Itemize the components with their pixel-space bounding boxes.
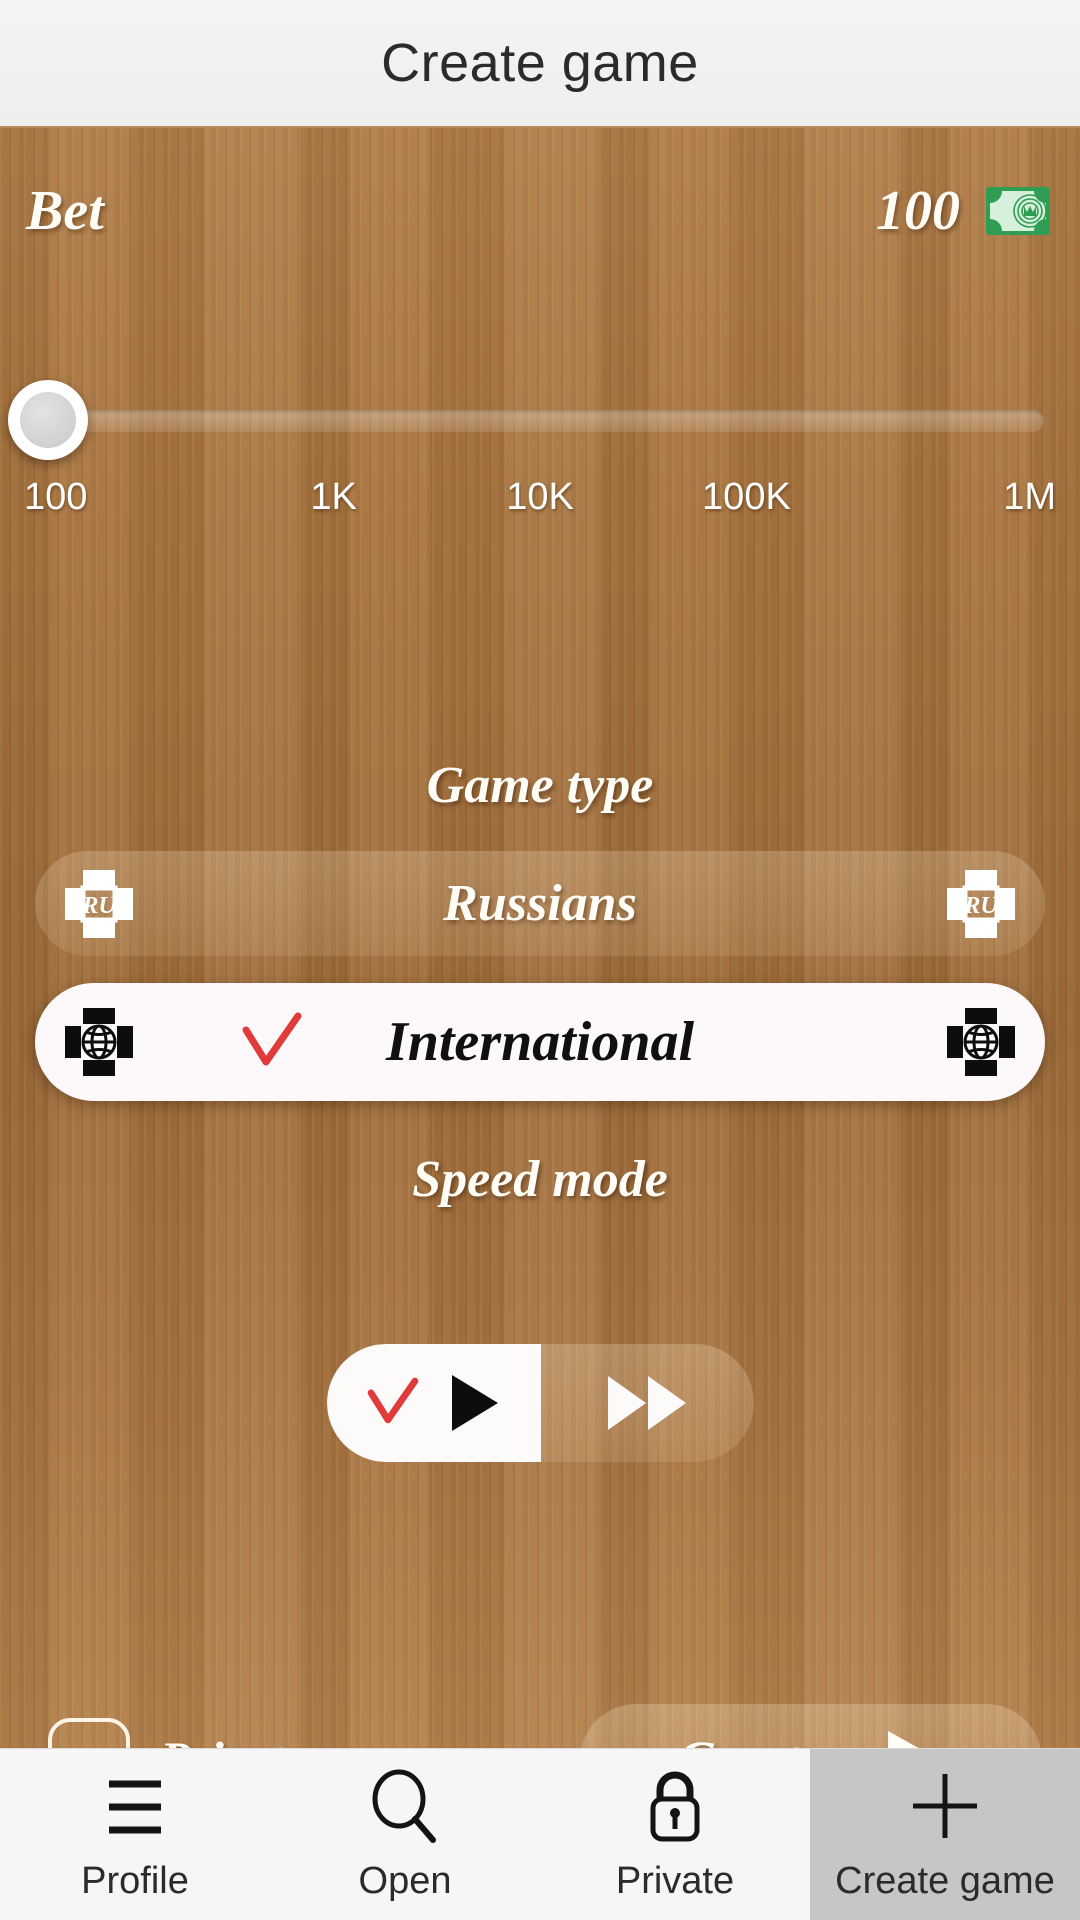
svg-text:RU: RU — [963, 893, 999, 919]
nav-label: Create game — [835, 1860, 1055, 1902]
private-game-label: Private game — [160, 1730, 431, 1748]
bet-value-group: 100 — [876, 175, 1054, 247]
red-check-icon — [367, 1377, 419, 1424]
game-type-title: Game type — [426, 757, 654, 814]
globe-board-icon — [947, 1008, 1015, 1076]
nav-item-profile[interactable]: Profile — [0, 1749, 270, 1920]
play-icon — [451, 1375, 498, 1431]
bet-row: Bet 100 — [0, 166, 1080, 256]
create-button[interactable]: Create — [580, 1704, 1042, 1748]
slider-tick: 100 — [24, 476, 88, 518]
hamburger-menu-icon — [109, 1780, 161, 1834]
option-label: Russians — [443, 875, 637, 932]
bet-slider[interactable]: 100 1K 10K 100K 1M — [0, 376, 1080, 518]
bottom-navigation-bar: Profile Open Private Create game — [0, 1748, 1080, 1920]
game-type-option-russians[interactable]: RU Russians RU — [35, 851, 1045, 956]
slider-track[interactable] — [34, 410, 1044, 432]
private-game-toggle[interactable]: Private game — [48, 1718, 431, 1748]
game-type-option-international[interactable]: International — [35, 983, 1045, 1101]
create-button-label: Create — [678, 1729, 825, 1748]
nav-label: Open — [358, 1860, 452, 1902]
svg-text:RU: RU — [81, 893, 117, 919]
lock-icon — [650, 1771, 700, 1842]
nav-label: Profile — [81, 1860, 189, 1902]
game-board-panel: Bet 100 100 1K 10K 100K 1M Game type RU … — [0, 128, 1080, 1748]
plus-icon — [913, 1774, 977, 1838]
option-label-wrap: International — [135, 1010, 945, 1074]
nav-item-create-game[interactable]: Create game — [810, 1749, 1080, 1920]
search-icon — [372, 1769, 436, 1843]
speed-mode-toggle[interactable] — [327, 1344, 754, 1462]
ru-board-icon: RU — [947, 869, 1015, 938]
bet-label: Bet — [26, 180, 104, 242]
slider-tick-labels: 100 1K 10K 100K 1M — [0, 476, 1080, 519]
slider-thumb[interactable] — [8, 380, 88, 460]
banknote-icon — [986, 187, 1050, 235]
nav-item-open[interactable]: Open — [270, 1749, 540, 1920]
slider-tick: 10K — [506, 476, 574, 518]
speed-mode-title: Speed mode — [412, 1151, 668, 1208]
slider-tick: 1K — [310, 476, 357, 518]
create-game-screen: Create game Bet 100 100 1K 10K 100K 1M G… — [0, 0, 1080, 1920]
slider-tick: 100K — [702, 476, 791, 518]
globe-board-icon — [65, 1008, 133, 1076]
red-check-icon — [242, 1012, 302, 1066]
speed-option-fast[interactable] — [541, 1344, 755, 1462]
play-arrow-icon — [888, 1731, 919, 1748]
bet-value: 100 — [876, 180, 960, 242]
option-label: International — [385, 1011, 695, 1073]
speed-option-normal[interactable] — [327, 1344, 541, 1462]
screen-header: Create game — [0, 0, 1080, 128]
page-title: Create game — [381, 33, 699, 93]
fast-forward-icon — [608, 1376, 687, 1430]
ru-board-icon: RU — [65, 869, 133, 938]
nav-item-private[interactable]: Private — [540, 1749, 810, 1920]
slider-tick: 1M — [1003, 476, 1057, 518]
private-game-checkbox[interactable] — [48, 1718, 130, 1748]
nav-label: Private — [615, 1860, 735, 1902]
option-label-wrap: Russians — [135, 874, 945, 933]
